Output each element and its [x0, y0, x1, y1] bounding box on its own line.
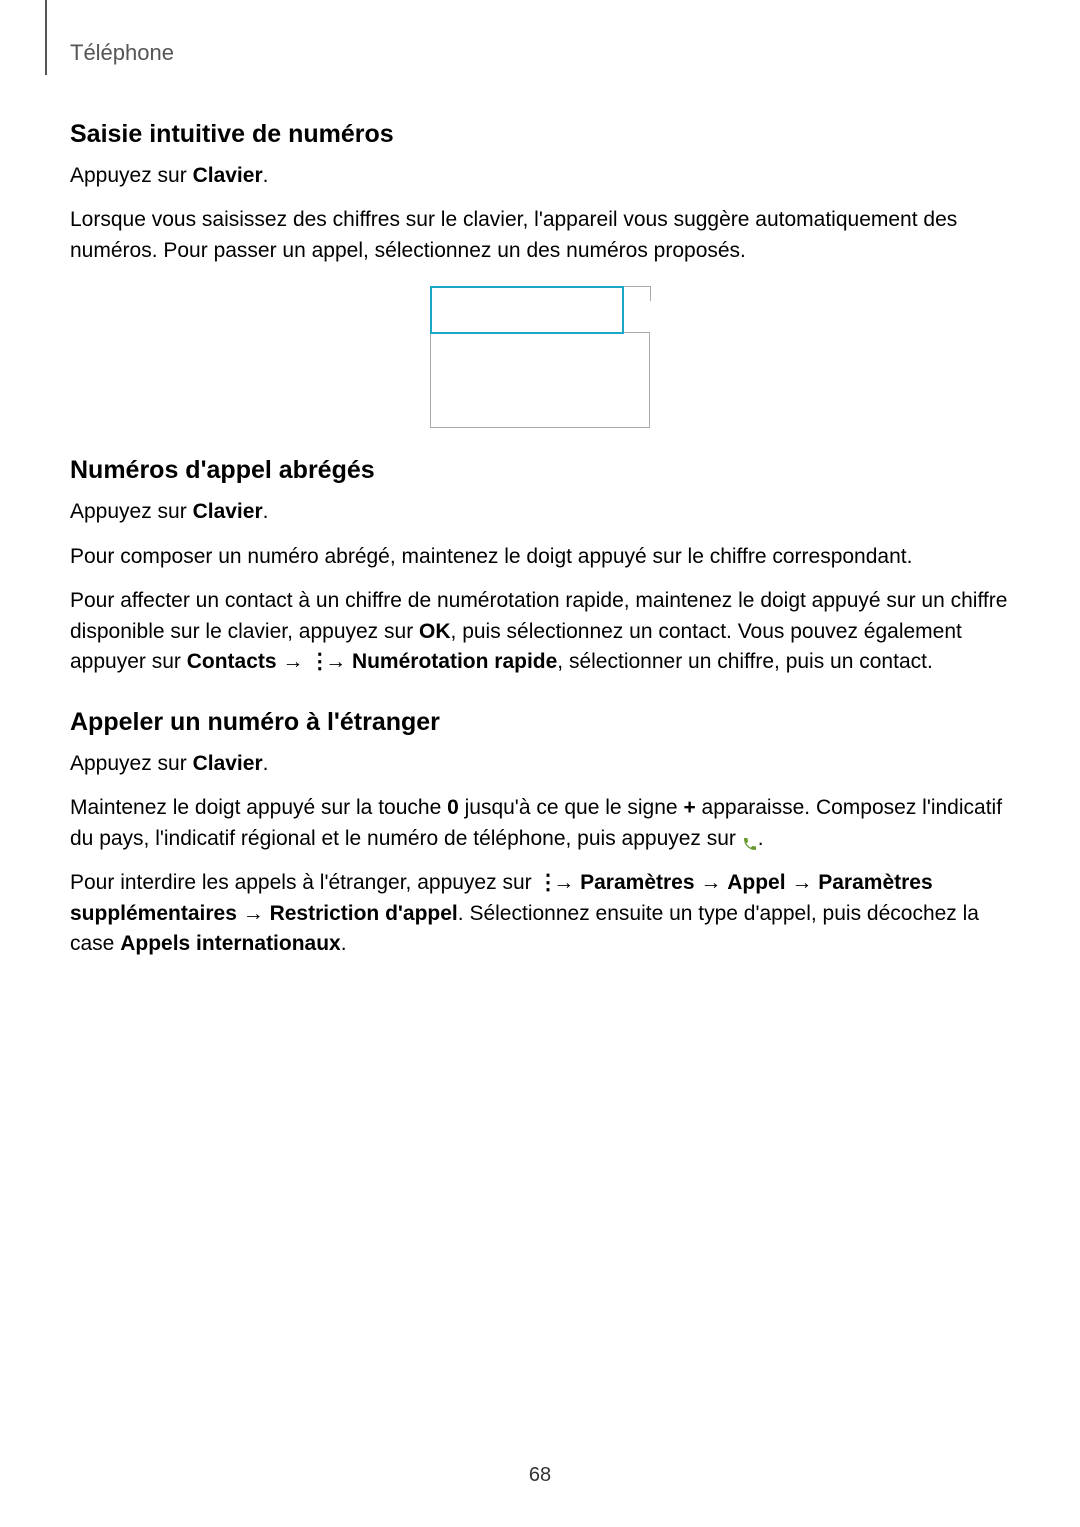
text: Appuyez sur — [70, 500, 193, 523]
arrow: → — [277, 650, 310, 673]
text: . — [263, 752, 269, 775]
page-content: Téléphone Saisie intuitive de numéros Ap… — [0, 0, 1080, 960]
page-number: 68 — [0, 1464, 1080, 1487]
more-icon: ⋮ — [537, 868, 547, 898]
text: . — [758, 827, 764, 850]
placeholder-tab — [622, 286, 651, 301]
text-bold: OK — [419, 620, 451, 643]
text: Appuyez sur — [70, 752, 193, 775]
text-bold: Clavier — [193, 752, 263, 775]
paragraph: Appuyez sur Clavier. — [70, 161, 1010, 191]
text-bold: Clavier — [193, 500, 263, 523]
text: jusqu'à ce que le signe — [459, 796, 684, 819]
header-rule — [45, 0, 47, 75]
page-header: Téléphone — [70, 40, 1010, 90]
text-bold: Numérotation rapide — [352, 650, 557, 673]
paragraph: Lorsque vous saisissez des chiffres sur … — [70, 205, 1010, 266]
text-bold: Appel — [727, 871, 785, 894]
text-bold: Contacts — [187, 650, 277, 673]
paragraph: Maintenez le doigt appuyé sur la touche … — [70, 793, 1010, 854]
placeholder-body — [430, 332, 650, 428]
heading-numeros-abreges: Numéros d'appel abrégés — [70, 456, 1010, 485]
call-icon — [742, 831, 758, 847]
text-bold: Clavier — [193, 164, 263, 187]
text-bold: Paramètres — [580, 871, 694, 894]
text: . — [263, 500, 269, 523]
arrow: → — [237, 902, 270, 925]
placeholder-highlight — [430, 286, 624, 334]
text: , sélectionner un chiffre, puis un conta… — [557, 650, 933, 673]
breadcrumb: Téléphone — [70, 40, 174, 65]
paragraph: Pour affecter un contact à un chiffre de… — [70, 586, 1010, 678]
text: Appuyez sur — [70, 164, 193, 187]
text: Pour interdire les appels à l'étranger, … — [70, 871, 537, 894]
text: . — [341, 932, 347, 955]
text-bold: Appels internationaux — [120, 932, 341, 955]
more-icon: ⋮ — [309, 647, 319, 677]
arrow: → — [547, 871, 580, 894]
heading-saisie-intuitive: Saisie intuitive de numéros — [70, 120, 1010, 149]
text: Maintenez le doigt appuyé sur la touche — [70, 796, 447, 819]
arrow: → — [319, 650, 352, 673]
screenshot-placeholder — [430, 286, 650, 426]
text-bold: 0 — [447, 796, 459, 819]
text: . — [263, 164, 269, 187]
text-bold: + — [683, 796, 695, 819]
paragraph: Appuyez sur Clavier. — [70, 497, 1010, 527]
paragraph: Appuyez sur Clavier. — [70, 749, 1010, 779]
paragraph: Pour interdire les appels à l'étranger, … — [70, 868, 1010, 960]
heading-appeler-etranger: Appeler un numéro à l'étranger — [70, 708, 1010, 737]
arrow: → — [786, 871, 819, 894]
arrow: → — [695, 871, 728, 894]
text-bold: Restriction d'appel — [270, 902, 458, 925]
paragraph: Pour composer un numéro abrégé, maintene… — [70, 542, 1010, 572]
